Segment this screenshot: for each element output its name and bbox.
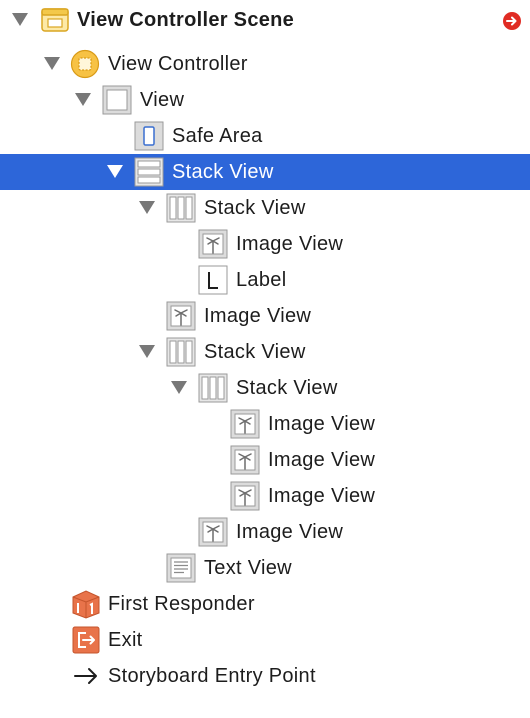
outline-row-label: Image View	[268, 485, 376, 507]
image-view-icon	[230, 409, 260, 439]
disclosure-triangle-icon[interactable]	[12, 13, 28, 26]
outline-row-label: Safe Area	[172, 125, 263, 147]
outline-row-view-controller[interactable]: View Controller	[0, 46, 530, 82]
image-view-icon	[198, 517, 228, 547]
view-icon	[102, 85, 132, 115]
outline-row-safe-area[interactable]: Safe Area	[0, 118, 530, 154]
outline-row-image-view[interactable]: Image View	[0, 442, 530, 478]
disclosure-triangle-icon[interactable]	[171, 381, 187, 394]
outline-row-view-controller-scene[interactable]: View Controller Scene	[0, 2, 530, 38]
outline-row-label: First Responder	[108, 593, 255, 615]
outline-row-label: Exit	[108, 629, 143, 651]
disclosure-triangle-icon[interactable]	[139, 345, 155, 358]
outline-row-stack-view[interactable]: Stack View	[0, 334, 530, 370]
image-view-icon	[166, 301, 196, 331]
scene-icon	[40, 5, 70, 35]
horizontal-stack-view-icon	[166, 193, 196, 223]
outline-row-label: Label	[236, 269, 287, 291]
outline-row-image-view[interactable]: Image View	[0, 514, 530, 550]
outline-row-label: View Controller	[108, 53, 248, 75]
outline-row-stack-view-selected[interactable]: Stack View	[0, 154, 530, 190]
horizontal-stack-view-icon	[198, 373, 228, 403]
outline-row-first-responder[interactable]: First Responder	[0, 586, 530, 622]
outline-row-label: Stack View	[172, 161, 274, 183]
disclosure-triangle-icon[interactable]	[44, 57, 60, 70]
image-view-icon	[198, 229, 228, 259]
outline-row-label: Stack View	[204, 197, 306, 219]
outline-row-image-view[interactable]: Image View	[0, 478, 530, 514]
outline-row-view[interactable]: View	[0, 82, 530, 118]
outline-row-label: Image View	[236, 521, 344, 543]
outline-row-label: Image View	[268, 413, 376, 435]
outline-row-label: Image View	[204, 305, 312, 327]
view-controller-icon	[70, 49, 100, 79]
outline-row-label: Storyboard Entry Point	[108, 665, 316, 687]
label-icon	[198, 265, 228, 295]
warning-badge-icon[interactable]	[502, 11, 522, 31]
outline-row-stack-view[interactable]: Stack View	[0, 190, 530, 226]
outline-row-image-view[interactable]: Image View	[0, 226, 530, 262]
outline-row-storyboard-entry-point[interactable]: Storyboard Entry Point	[0, 658, 530, 694]
outline-row-label: Image View	[268, 449, 376, 471]
outline-row-label: View	[140, 89, 185, 111]
outline-row-label: Image View	[236, 233, 344, 255]
outline-row-label: Stack View	[204, 341, 306, 363]
exit-icon	[71, 625, 101, 655]
outline-row-label: Stack View	[236, 377, 338, 399]
outline-row-label-item[interactable]: Label	[0, 262, 530, 298]
disclosure-triangle-icon[interactable]	[75, 93, 91, 106]
outline-row-text-view[interactable]: Text View	[0, 550, 530, 586]
disclosure-triangle-icon[interactable]	[107, 165, 123, 178]
image-view-icon	[230, 445, 260, 475]
safe-area-icon	[134, 121, 164, 151]
vertical-stack-view-icon	[134, 157, 164, 187]
disclosure-triangle-icon[interactable]	[139, 201, 155, 214]
image-view-icon	[230, 481, 260, 511]
horizontal-stack-view-icon	[166, 337, 196, 367]
outline-row-exit[interactable]: Exit	[0, 622, 530, 658]
first-responder-icon	[71, 589, 101, 619]
outline-row-label: View Controller Scene	[77, 9, 295, 31]
outline-row-label: Text View	[204, 557, 292, 579]
arrow-right-icon	[71, 661, 101, 691]
text-view-icon	[166, 553, 196, 583]
outline-row-image-view[interactable]: Image View	[0, 406, 530, 442]
outline-row-image-view[interactable]: Image View	[0, 298, 530, 334]
document-outline: View Controller Scene View Controller Vi…	[0, 0, 530, 718]
outline-row-stack-view[interactable]: Stack View	[0, 370, 530, 406]
